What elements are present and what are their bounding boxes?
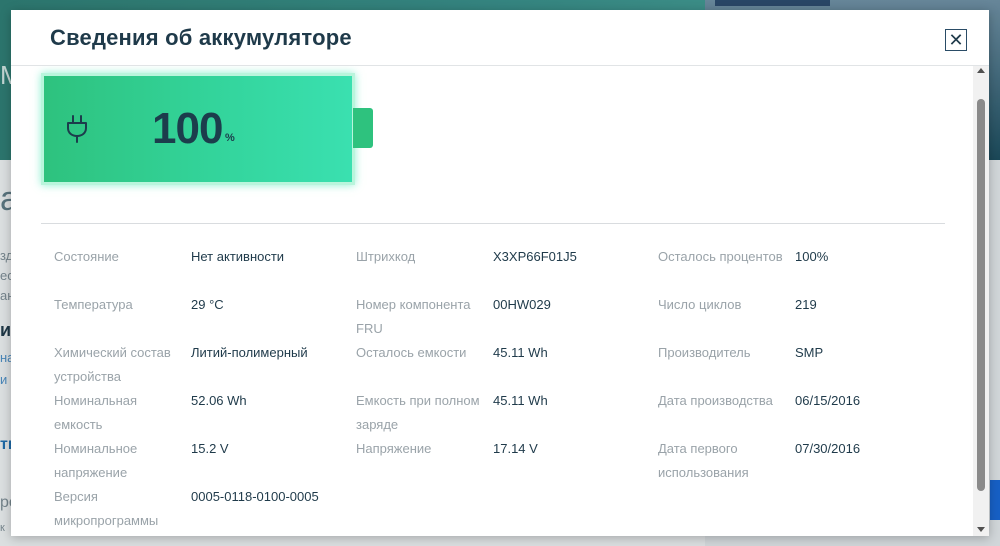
property-value: 29 °C [191, 297, 224, 312]
property-label: Версия микропрограммы [54, 489, 159, 528]
dialog-title: Сведения об аккумуляторе [50, 25, 352, 50]
property-value: 06/15/2016 [795, 393, 861, 408]
property-value: 00HW029 [493, 297, 551, 312]
property-label: Напряжение [356, 441, 432, 456]
property-value: 219 [795, 297, 817, 312]
property-value: 0005-0118-0100-0005 [191, 489, 319, 504]
property-label: Дата первого использования [658, 441, 749, 480]
property-value: SMP [795, 345, 824, 360]
close-button[interactable]: ✕ [945, 29, 967, 51]
scroll-up-arrow-icon[interactable] [977, 68, 985, 73]
property-value: Литий-полимерный [191, 345, 308, 360]
property-label: Осталось емкости [356, 345, 467, 360]
property-label: Номинальная емкость [54, 393, 138, 432]
property-label: Осталось процентов [658, 249, 783, 264]
scrollbar-thumb[interactable] [977, 99, 985, 491]
battery-charge-unit: % [225, 132, 235, 144]
dialog-scrollbar[interactable] [973, 66, 989, 536]
dialog-body: 100 % Состояние Нет активности Температу… [11, 66, 973, 536]
property-label: Число циклов [658, 297, 742, 312]
property-label: Номер компонента FRU [356, 297, 471, 336]
property-label: Номинальное напряжение [54, 441, 138, 480]
property-label: Производитель [658, 345, 751, 360]
property-value: 15.2 V [191, 441, 229, 456]
property-value: 100% [795, 249, 829, 264]
property-label: Емкость при полном заряде [356, 393, 480, 432]
property-value: 07/30/2016 [795, 441, 861, 456]
property-label: Химический состав устройства [54, 345, 171, 384]
property-label: Состояние [54, 249, 119, 264]
section-divider [41, 223, 945, 224]
battery-charge-value: 100 [152, 104, 223, 153]
property-value: 45.11 Wh [493, 345, 548, 360]
scroll-down-arrow-icon[interactable] [977, 527, 985, 532]
close-icon: ✕ [948, 30, 964, 50]
battery-gauge: 100 % [41, 73, 355, 185]
property-label: Штрихкод [356, 249, 416, 264]
property-label: Дата производства [658, 393, 773, 408]
property-value: 17.14 V [493, 441, 538, 456]
battery-terminal [353, 108, 373, 148]
property-value: 52.06 Wh [191, 393, 247, 408]
property-label: Температура [54, 297, 133, 312]
property-value: 45.11 Wh [493, 393, 548, 408]
property-value: Нет активности [191, 249, 285, 264]
plug-icon [67, 115, 87, 143]
dialog-header: Сведения об аккумуляторе ✕ [11, 10, 989, 66]
battery-info-dialog: Сведения об аккумуляторе ✕ 100 % Состоян… [11, 10, 989, 536]
property-value: X3XP66F01J5 [493, 249, 577, 264]
